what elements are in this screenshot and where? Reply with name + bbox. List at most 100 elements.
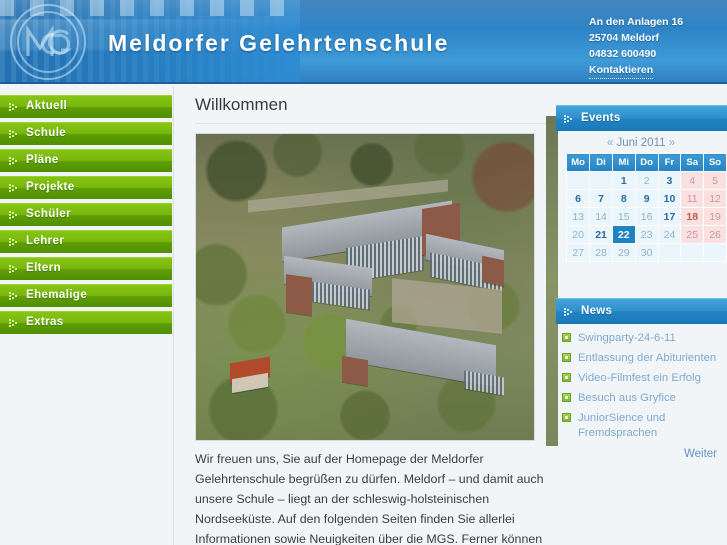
contact-link[interactable]: Kontaktieren: [589, 62, 654, 79]
calendar-day-with-event[interactable]: 3: [657, 171, 682, 190]
contact-city: 25704 Meldorf: [589, 32, 660, 44]
calendar-day-with-event[interactable]: 18: [680, 207, 705, 226]
site-header: Meldorfer Gelehrtenschule An den Anlagen…: [0, 0, 727, 84]
calendar-day-with-event[interactable]: 8: [611, 189, 636, 208]
right-sidebar: Events « Juni 2011 » Mo Di Mi Do Fr Sa S…: [546, 86, 727, 545]
news-item-label: Video-Filmfest ein Erfolg: [578, 372, 701, 384]
sidebar-item-schule[interactable]: Schule: [0, 122, 172, 145]
school-logo-icon[interactable]: [10, 4, 86, 80]
calendar-weekday: Mo: [565, 153, 591, 172]
news-list-item[interactable]: Entlassung der Abiturienten: [562, 351, 727, 366]
calendar-day: 16: [634, 207, 659, 226]
calendar-weekday: Di: [589, 153, 613, 172]
calendar-month-label: Juni 2011: [616, 137, 666, 149]
contact-phone: 04832 600490: [589, 48, 657, 60]
sidebar-item-extras[interactable]: Extras: [0, 311, 172, 334]
calendar-day: 24: [657, 225, 682, 244]
calendar-day-with-event[interactable]: 1: [611, 171, 636, 190]
header-divider: [0, 82, 727, 84]
sidebar-item-schueler[interactable]: Schüler: [0, 203, 172, 226]
arrow-bullet-icon: [564, 308, 572, 317]
calendar-prev-month-button[interactable]: «: [607, 137, 613, 149]
welcome-text-part1: Wir freuen uns, Sie auf der Homepage der…: [195, 452, 544, 545]
news-list-item[interactable]: Swingparty-24-6-11: [562, 331, 727, 346]
calendar-day-with-event[interactable]: 6: [565, 189, 591, 208]
calendar-day-with-event[interactable]: 7: [589, 189, 613, 208]
calendar-day: 29: [611, 243, 636, 262]
calendar-next-month-button[interactable]: »: [669, 137, 675, 149]
sidebar-item-label: Schüler: [26, 208, 71, 220]
news-item-label: JuniorSience und Fremdsprachen: [578, 412, 666, 439]
calendar-day: [680, 243, 705, 262]
news-list-item[interactable]: Video-Filmfest ein Erfolg: [562, 371, 727, 386]
main-navigation-sidebar: Aktuell Schule Pläne Projekte Schüler Le…: [0, 86, 174, 545]
sidebar-item-projekte[interactable]: Projekte: [0, 176, 172, 199]
building-gable-east: [482, 255, 504, 287]
news-bullet-icon: [562, 333, 571, 342]
news-item-label: Swingparty-24-6-11: [578, 332, 676, 344]
news-bullet-icon: [562, 413, 571, 422]
calendar-day: [703, 243, 727, 262]
calendar-day: 5: [703, 171, 727, 190]
calendar-day-with-event[interactable]: 17: [657, 207, 682, 226]
news-panel-header: News: [556, 298, 727, 324]
calendar-week-row: 20 21 22 23 24 25 26: [565, 225, 727, 244]
calendar-day: 13: [565, 207, 591, 226]
sidebar-item-eltern[interactable]: Eltern: [0, 257, 172, 280]
arrow-bullet-icon: [9, 184, 17, 193]
news-bullet-icon: [562, 353, 571, 362]
calendar-week-row: 12345: [565, 171, 727, 190]
calendar-month-nav: « Juni 2011 »: [566, 137, 716, 149]
calendar-day-selected[interactable]: 22: [611, 225, 636, 244]
news-list-item[interactable]: Besuch aus Gryfice: [562, 391, 727, 406]
news-list-item[interactable]: JuniorSience und Fremdsprachen: [562, 411, 727, 441]
news-item-label: Entlassung der Abiturienten: [578, 352, 717, 364]
calendar-widget: « Juni 2011 » Mo Di Mi Do Fr Sa So 123 4…: [556, 131, 727, 262]
welcome-paragraph: Wir freuen uns, Sie auf der Homepage der…: [195, 449, 546, 545]
sidebar-item-label: Lehrer: [26, 235, 65, 247]
building-gable-gym: [342, 355, 368, 387]
sidebar-item-ehemalige[interactable]: Ehemalige: [0, 284, 172, 307]
sidebar-item-label: Aktuell: [26, 100, 68, 112]
sidebar-item-aktuell[interactable]: Aktuell: [0, 95, 172, 118]
school-aerial-photo: [195, 133, 535, 441]
events-panel: Events « Juni 2011 » Mo Di Mi Do Fr Sa S…: [556, 105, 727, 262]
calendar-day-with-event[interactable]: 21: [589, 225, 613, 244]
arrow-bullet-icon: [9, 238, 17, 247]
calendar-day: 26: [703, 225, 727, 244]
news-bullet-icon: [562, 393, 571, 402]
arrow-bullet-icon: [9, 265, 17, 274]
calendar-day: 25: [680, 225, 705, 244]
calendar-week-row: 27 28 29 30: [565, 243, 727, 262]
arrow-bullet-icon: [9, 319, 17, 328]
news-list: Swingparty-24-6-11 Entlassung der Abitur…: [556, 331, 727, 441]
news-more-link[interactable]: Weiter: [684, 448, 717, 460]
page-title: Meldorfer Gelehrtenschule: [108, 30, 450, 56]
sidebar-item-label: Pläne: [26, 154, 59, 166]
sidebar-item-plaene[interactable]: Pläne: [0, 149, 172, 172]
calendar-day: [589, 171, 613, 190]
arrow-bullet-icon: [9, 211, 17, 220]
main-content: Willkommen Wir freuen uns, Sie auf der H…: [186, 86, 546, 545]
sidebar-item-label: Schule: [26, 127, 67, 139]
sidebar-item-label: Projekte: [26, 181, 75, 193]
calendar-weekday: Mi: [611, 153, 636, 172]
calendar-day: 30: [634, 243, 659, 262]
arrow-bullet-icon: [9, 292, 17, 301]
content-heading: Willkommen: [195, 95, 288, 114]
arrow-bullet-icon: [564, 115, 572, 124]
calendar-weekday: Do: [634, 153, 659, 172]
calendar-week-row: 6 7 8 9 10 11 12: [565, 189, 727, 208]
arrow-bullet-icon: [9, 103, 17, 112]
sidebar-item-lehrer[interactable]: Lehrer: [0, 230, 172, 253]
calendar-day: 20: [565, 225, 591, 244]
calendar-week-row: 13 14 15 16 17 18 19: [565, 207, 727, 226]
sidebar-item-label: Extras: [26, 316, 64, 328]
calendar-day: [657, 243, 682, 262]
events-panel-header: Events: [556, 105, 727, 131]
calendar-weekday: Sa: [680, 153, 705, 172]
calendar-day-with-event[interactable]: 10: [657, 189, 682, 208]
calendar-day: 11: [680, 189, 705, 208]
heading-divider: [195, 123, 546, 124]
calendar-day-with-event[interactable]: 9: [634, 189, 659, 208]
